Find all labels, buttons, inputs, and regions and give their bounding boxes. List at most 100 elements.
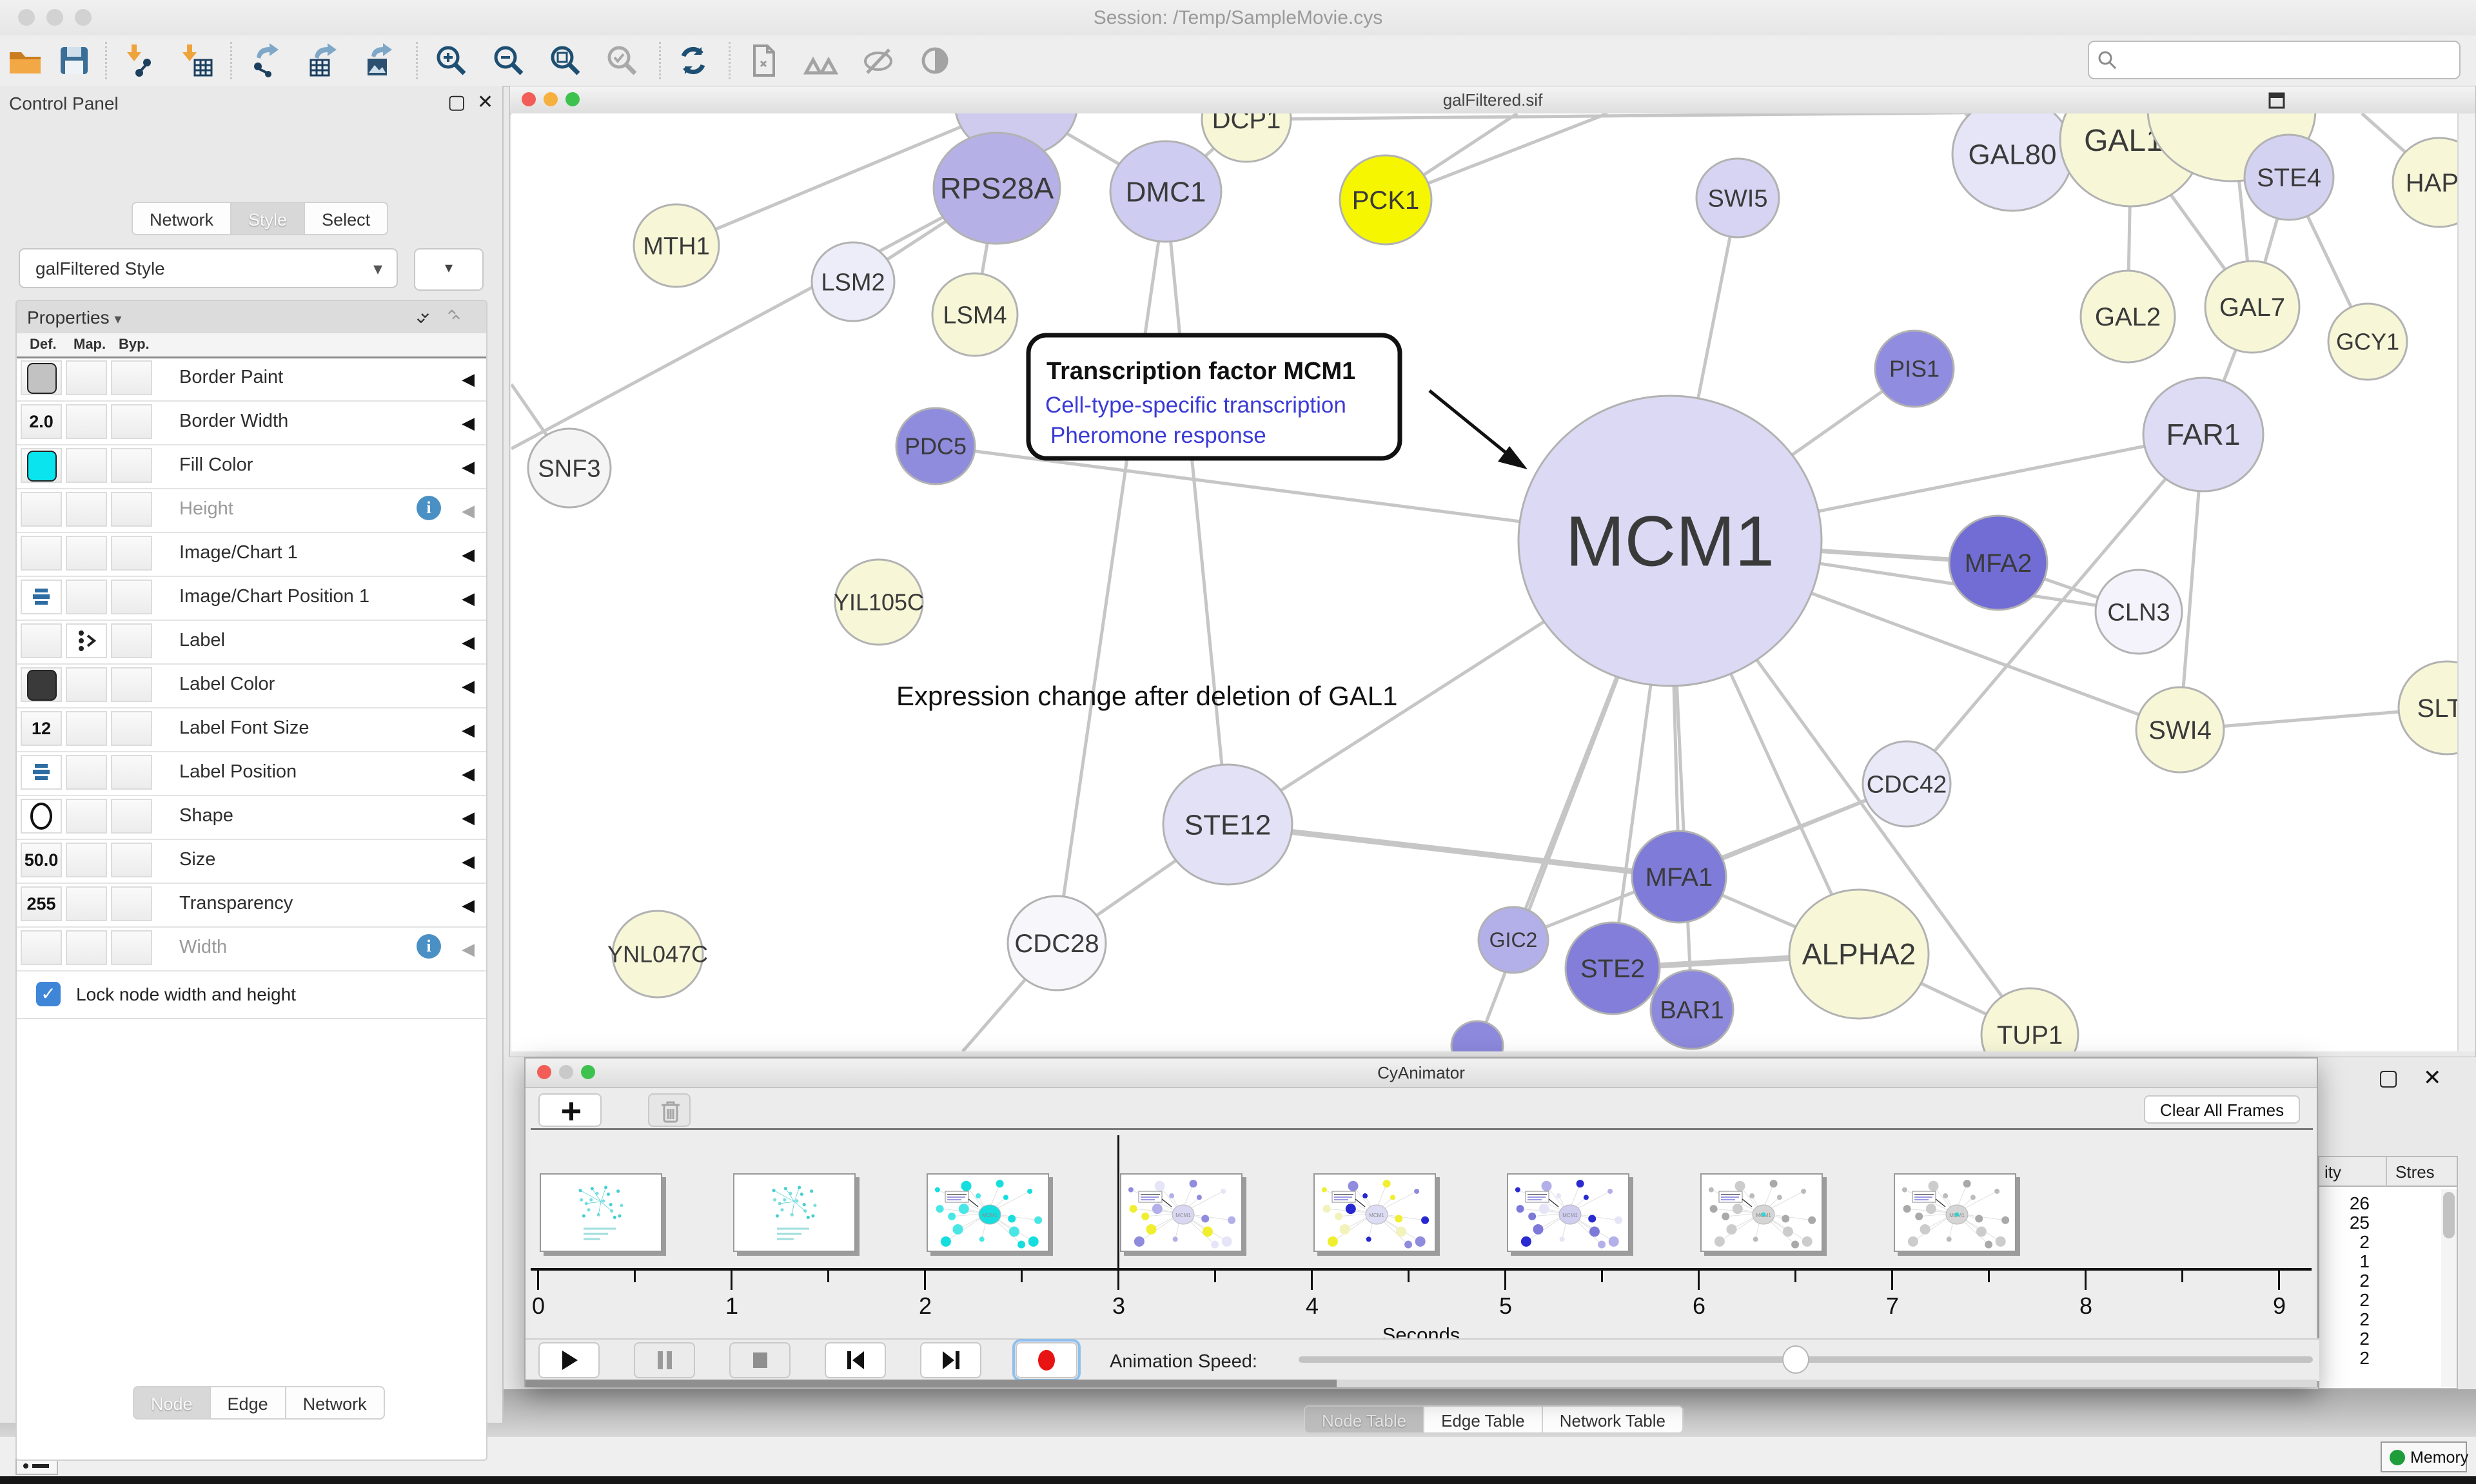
frame-thumbnail-0[interactable] [540,1173,662,1252]
save-icon[interactable] [57,43,92,78]
frame-thumbnail-4[interactable]: MCM1 [1313,1173,1436,1252]
column-divider[interactable] [2386,1157,2387,1187]
stop-button[interactable] [729,1342,791,1378]
table-cell[interactable]: 2 [2324,1309,2370,1330]
property-row-border-paint[interactable]: Border Paint◀ [17,356,486,402]
tab-network[interactable]: Network [285,1386,385,1420]
node-GAL2[interactable]: GAL2 [2081,271,2175,362]
node-LSM2[interactable]: LSM2 [812,242,894,321]
property-row-label-color[interactable]: Label Color◀ [17,663,486,708]
import-network-icon[interactable] [124,43,159,78]
node-GIC2[interactable]: GIC2 [1479,907,1548,973]
properties-header[interactable]: Properties ▾ ⌄⌄ ⌃⌃ [17,301,486,333]
zoom-selected-icon[interactable] [605,43,640,78]
record-button[interactable] [1016,1342,1077,1378]
node-SNF3[interactable]: SNF3 [528,429,611,507]
search-input[interactable] [2088,41,2461,79]
style-options-button[interactable]: ▾ [414,248,484,291]
frame-thumbnail-7[interactable]: MCM1 [1894,1173,2016,1252]
node-SLT2[interactable]: SLT2 [2399,661,2459,754]
edge-STE12-MFA1[interactable] [1228,825,1679,877]
export-network-icon[interactable] [248,43,282,78]
skip-to-start-button[interactable] [825,1342,886,1378]
delete-frame-button[interactable] [648,1093,691,1127]
play-button[interactable] [538,1342,600,1378]
lock-checkbox[interactable]: ✓ [36,982,61,1006]
table-cell[interactable]: 2 [2324,1348,2370,1369]
node-MCM1[interactable]: MCM1 [1518,396,1822,686]
new-doc-icon[interactable] [745,43,780,78]
cyanimator-titlebar[interactable]: CyAnimator [526,1059,2317,1088]
zoom-in-icon[interactable] [434,43,469,78]
property-row-image-chart-1[interactable]: Image/Chart 1◀ [17,532,486,577]
node-DMC1[interactable]: DMC1 [1110,141,1221,242]
edge-DMC1-STE12[interactable] [1166,191,1228,825]
table-cell[interactable]: 2 [2324,1271,2370,1291]
info-icon[interactable]: i [417,496,441,520]
timeline-playhead[interactable] [1117,1135,1119,1271]
memory-button[interactable]: Memory [2381,1441,2467,1472]
pause-button[interactable] [634,1342,695,1378]
clear-all-frames-button[interactable]: Clear All Frames [2144,1095,2300,1124]
slider-thumb[interactable] [1782,1345,1809,1374]
zoom-fit-icon[interactable] [548,43,583,78]
table-cell[interactable]: 25 [2324,1213,2370,1233]
network-caption[interactable]: Expression change after deletion of GAL1 [896,681,1398,711]
property-row-transparency[interactable]: 255Transparency◀ [17,883,486,928]
tab-node[interactable]: Node [133,1386,210,1420]
network-canvas[interactable]: RPS28ADMC1DCP1PCK1MTH1LSM2LSM4SWI5GAL80G… [511,113,2459,1051]
node-RPS28A[interactable]: RPS28A [934,133,1060,244]
animation-speed-slider[interactable] [1299,1356,2313,1363]
property-row-label[interactable]: Label◀ [17,620,486,665]
export-table-icon[interactable] [306,43,340,78]
node-CLN3[interactable]: CLN3 [2096,570,2182,654]
node-FAR1[interactable]: FAR1 [2143,378,2263,491]
table-panel-float-icon[interactable]: ▢ [2378,1065,2399,1091]
table-panel-close-icon[interactable]: ✕ [2423,1065,2442,1091]
node-STE12[interactable]: STE12 [1163,765,1292,884]
float-panel-icon[interactable]: ▢ [447,91,466,113]
table-vertical-scrollbar[interactable] [2441,1189,2457,1387]
node-LSM4[interactable]: LSM4 [932,273,1017,356]
default-swatch[interactable] [27,451,57,482]
frame-thumbnail-1[interactable] [733,1173,856,1252]
tab-select[interactable]: Select [304,202,388,235]
node-smallpurple[interactable] [1451,1021,1503,1051]
frame-thumbnail-2[interactable]: MCM1 [927,1173,1049,1252]
property-row-image-chart-position-1[interactable]: Image/Chart Position 1◀ [17,576,486,621]
tab-edge-table[interactable]: Edge Table [1423,1405,1542,1434]
property-row-label-position[interactable]: Label Position◀ [17,751,486,796]
node-BAR1[interactable]: BAR1 [1651,970,1733,1049]
node-STE4[interactable]: STE4 [2245,135,2334,220]
default-swatch[interactable] [27,363,57,394]
tab-style[interactable]: Style [230,202,304,235]
open-folder-icon[interactable] [8,43,43,78]
tab-network-table[interactable]: Network Table [1542,1405,1684,1434]
timeline-panel[interactable]: MCM1MCM1MCM1MCM1MCM1MCM1 0123456789 Seco… [531,1128,2313,1340]
add-frame-button[interactable] [538,1093,602,1127]
table-cell[interactable]: 2 [2324,1329,2370,1349]
node-GAL80[interactable]: GAL80 [1952,113,2072,211]
node-PCK1[interactable]: PCK1 [1340,155,1431,244]
hide-panel-icon[interactable] [861,43,896,78]
export-image-icon[interactable] [361,43,396,78]
node-MTH1[interactable]: MTH1 [634,204,719,287]
skip-to-end-button[interactable] [920,1342,981,1378]
close-panel-icon[interactable]: ✕ [477,91,493,113]
node-DCP1[interactable]: DCP1 [1202,113,1291,162]
timeline-horizontal-scrollbar[interactable] [526,1380,2317,1387]
column-header-ity[interactable]: ity [2324,1162,2341,1182]
node-SWI5[interactable]: SWI5 [1696,159,1779,237]
property-row-shape[interactable]: Shape◀ [17,795,486,840]
node-CDC28[interactable]: CDC28 [1008,896,1106,990]
network-vertical-scrollbar[interactable] [2457,113,2475,1051]
property-row-fill-color[interactable]: Fill Color◀ [17,444,486,489]
collapse-all-icon[interactable]: ⌃⌃ [444,306,475,327]
default-swatch[interactable] [27,670,57,701]
node-MFA2[interactable]: MFA2 [1949,516,2047,610]
node-GAL7[interactable]: GAL7 [2205,261,2299,353]
table-cell[interactable]: 2 [2324,1290,2370,1311]
float-view-icon[interactable] [2268,92,2286,110]
column-header-stress[interactable]: Stres [2395,1162,2435,1182]
node-TUP1[interactable]: TUP1 [1981,988,2078,1051]
